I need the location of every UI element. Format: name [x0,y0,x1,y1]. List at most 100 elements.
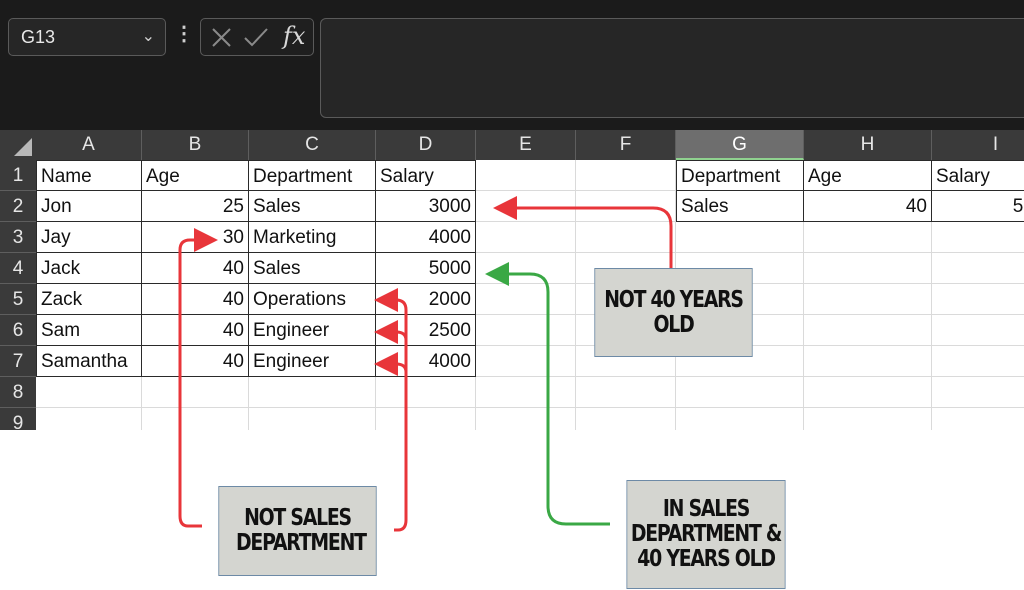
cell-c1[interactable]: Department [249,160,376,191]
cell-d2[interactable]: 3000 [376,191,476,222]
column-header-b[interactable]: B [142,130,249,160]
cell-b2[interactable]: 25 [142,191,249,222]
cell-i8[interactable] [932,377,1024,408]
row-header-4[interactable]: 4 [0,253,36,284]
cell-h4[interactable] [804,253,932,284]
cell-i9[interactable] [932,408,1024,430]
cell-f2[interactable] [576,191,676,222]
cell-a9[interactable] [36,408,142,430]
cell-d3[interactable]: 4000 [376,222,476,253]
cell-b7[interactable]: 40 [142,346,249,377]
cell-e2[interactable] [476,191,576,222]
cell-c4[interactable]: Sales [249,253,376,284]
more-options-icon[interactable]: ⋮ [174,22,194,46]
cell-a6[interactable]: Sam [36,315,142,346]
cell-d6[interactable]: 2500 [376,315,476,346]
cell-c9[interactable] [249,408,376,430]
column-header-e[interactable]: E [476,130,576,160]
cell-d1[interactable]: Salary [376,160,476,191]
cell-b8[interactable] [142,377,249,408]
cell-b4[interactable]: 40 [142,253,249,284]
cell-d8[interactable] [376,377,476,408]
row-header-6[interactable]: 6 [0,315,36,346]
cell-i5[interactable] [932,284,1024,315]
cell-a7[interactable]: Samantha [36,346,142,377]
cell-e5[interactable] [476,284,576,315]
row-header-1[interactable]: 1 [0,160,36,191]
row-header-5[interactable]: 5 [0,284,36,315]
cell-c2[interactable]: Sales [249,191,376,222]
cell-g8[interactable] [676,377,804,408]
cell-i4[interactable] [932,253,1024,284]
cell-a3[interactable]: Jay [36,222,142,253]
cell-e1[interactable] [476,160,576,191]
cell-c3[interactable]: Marketing [249,222,376,253]
cell-f8[interactable] [576,377,676,408]
cell-g2[interactable]: Sales [676,191,804,222]
checkmark-icon[interactable] [244,28,268,47]
cell-b6[interactable]: 40 [142,315,249,346]
cell-e8[interactable] [476,377,576,408]
cell-e9[interactable] [476,408,576,430]
row-header-2[interactable]: 2 [0,191,36,222]
function-icon[interactable]: fx [283,22,305,50]
cell-h7[interactable] [804,346,932,377]
cell-h2[interactable]: 40 [804,191,932,222]
cell-b1[interactable]: Age [142,160,249,191]
cell-c5[interactable]: Operations [249,284,376,315]
close-icon[interactable] [212,28,231,47]
chevron-down-icon[interactable]: ⌄ [142,19,155,55]
cell-a2[interactable]: Jon [36,191,142,222]
cell-i3[interactable] [932,222,1024,253]
cell-g9[interactable] [676,408,804,430]
column-header-f[interactable]: F [576,130,676,160]
column-header-a[interactable]: A [36,130,142,160]
cell-i1[interactable]: Salary [932,160,1024,191]
column-header-h[interactable]: H [804,130,932,160]
cell-e7[interactable] [476,346,576,377]
cell-h1[interactable]: Age [804,160,932,191]
row-header-3[interactable]: 3 [0,222,36,253]
cell-h8[interactable] [804,377,932,408]
cell-a1[interactable]: Name [36,160,142,191]
column-header-g[interactable]: G [676,130,804,160]
cell-h9[interactable] [804,408,932,430]
cell-d7[interactable]: 4000 [376,346,476,377]
cell-d4[interactable]: 5000 [376,253,476,284]
column-header-i[interactable]: I [932,130,1024,160]
column-header-d[interactable]: D [376,130,476,160]
row-header-8[interactable]: 8 [0,377,36,408]
cell-c6[interactable]: Engineer [249,315,376,346]
cell-g3[interactable] [676,222,804,253]
row-header-7[interactable]: 7 [0,346,36,377]
cell-d9[interactable] [376,408,476,430]
cell-h6[interactable] [804,315,932,346]
cell-i2[interactable]: 5000 [932,191,1024,222]
column-header-c[interactable]: C [249,130,376,160]
cell-h3[interactable] [804,222,932,253]
cell-d5[interactable]: 2000 [376,284,476,315]
cell-g1[interactable]: Department [676,160,804,191]
cell-f3[interactable] [576,222,676,253]
formula-input[interactable] [320,18,1024,118]
cell-b9[interactable] [142,408,249,430]
cell-f9[interactable] [576,408,676,430]
cell-i6[interactable] [932,315,1024,346]
cell-e4[interactable] [476,253,576,284]
cell-i7[interactable] [932,346,1024,377]
row-header-9[interactable]: 9 [0,408,36,430]
cell-a4[interactable]: Jack [36,253,142,284]
cell-a5[interactable]: Zack [36,284,142,315]
cell-e6[interactable] [476,315,576,346]
cell-f1[interactable] [576,160,676,191]
name-box[interactable]: G13 ⌄ [8,18,166,56]
callout-text: NOT 40 YEARS OLD [604,286,744,338]
cell-c8[interactable] [249,377,376,408]
cell-e3[interactable] [476,222,576,253]
cell-a8[interactable] [36,377,142,408]
cell-h5[interactable] [804,284,932,315]
cell-c7[interactable]: Engineer [249,346,376,377]
cell-b3[interactable]: 30 [142,222,249,253]
select-all-button[interactable] [0,130,36,160]
cell-b5[interactable]: 40 [142,284,249,315]
